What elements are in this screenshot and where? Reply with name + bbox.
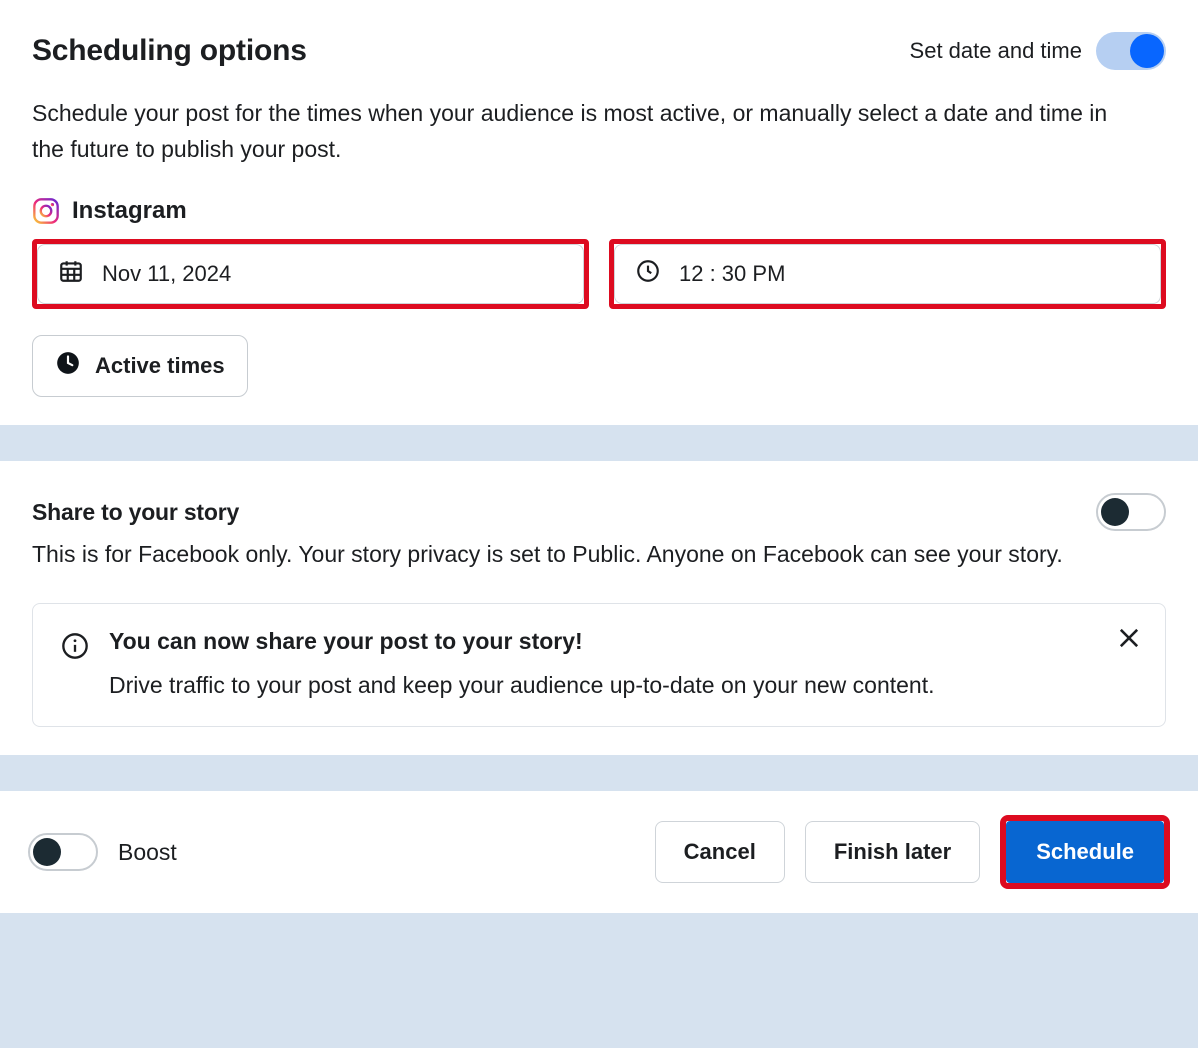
story-title: Share to your story — [32, 499, 239, 526]
scheduling-header: Scheduling options Set date and time — [32, 32, 1166, 70]
bottom-bar: Boost Cancel Finish later Schedule — [0, 791, 1198, 913]
scheduling-options-section: Scheduling options Set date and time Sch… — [0, 0, 1198, 425]
toggle-knob — [1130, 34, 1164, 68]
info-content: You can now share your post to your stor… — [109, 628, 1137, 702]
set-datetime-label: Set date and time — [910, 38, 1082, 64]
time-input[interactable]: 12 : 30 PM — [614, 244, 1161, 304]
share-story-toggle[interactable] — [1096, 493, 1166, 531]
clock-solid-icon — [55, 350, 81, 382]
story-info-box: You can now share your post to your stor… — [32, 603, 1166, 727]
set-datetime-toggle[interactable] — [1096, 32, 1166, 70]
info-title: You can now share your post to your stor… — [109, 628, 1137, 655]
date-field-highlight: Nov 11, 2024 — [32, 239, 589, 309]
boost-label: Boost — [118, 839, 177, 866]
finish-later-button[interactable]: Finish later — [805, 821, 980, 883]
toggle-knob — [1101, 498, 1129, 526]
calendar-icon — [58, 258, 84, 290]
share-story-section: Share to your story This is for Facebook… — [0, 461, 1198, 755]
clock-icon — [635, 258, 661, 290]
close-info-button[interactable] — [1115, 624, 1143, 652]
story-header: Share to your story — [32, 493, 1166, 531]
boost-toggle[interactable] — [28, 833, 98, 871]
scheduling-title: Scheduling options — [32, 34, 307, 68]
date-input[interactable]: Nov 11, 2024 — [37, 244, 584, 304]
platform-row: Instagram — [32, 197, 1166, 225]
platform-label: Instagram — [72, 197, 187, 225]
active-times-button[interactable]: Active times — [32, 335, 248, 397]
date-value: Nov 11, 2024 — [102, 261, 231, 287]
info-icon — [61, 632, 89, 664]
cancel-button[interactable]: Cancel — [655, 821, 785, 883]
schedule-button-highlight: Schedule — [1000, 815, 1170, 889]
boost-area: Boost — [28, 833, 177, 871]
time-value: 12 : 30 PM — [679, 261, 785, 287]
time-field-highlight: 12 : 30 PM — [609, 239, 1166, 309]
story-description: This is for Facebook only. Your story pr… — [32, 537, 1132, 573]
info-desc: Drive traffic to your post and keep your… — [109, 669, 1137, 702]
toggle-knob — [33, 838, 61, 866]
set-datetime-toggle-row: Set date and time — [910, 32, 1166, 70]
instagram-icon — [32, 197, 60, 225]
scheduling-description: Schedule your post for the times when yo… — [32, 96, 1132, 167]
active-times-label: Active times — [95, 353, 225, 379]
schedule-button[interactable]: Schedule — [1006, 821, 1164, 883]
datetime-row: Nov 11, 2024 12 : 30 PM — [32, 239, 1166, 309]
